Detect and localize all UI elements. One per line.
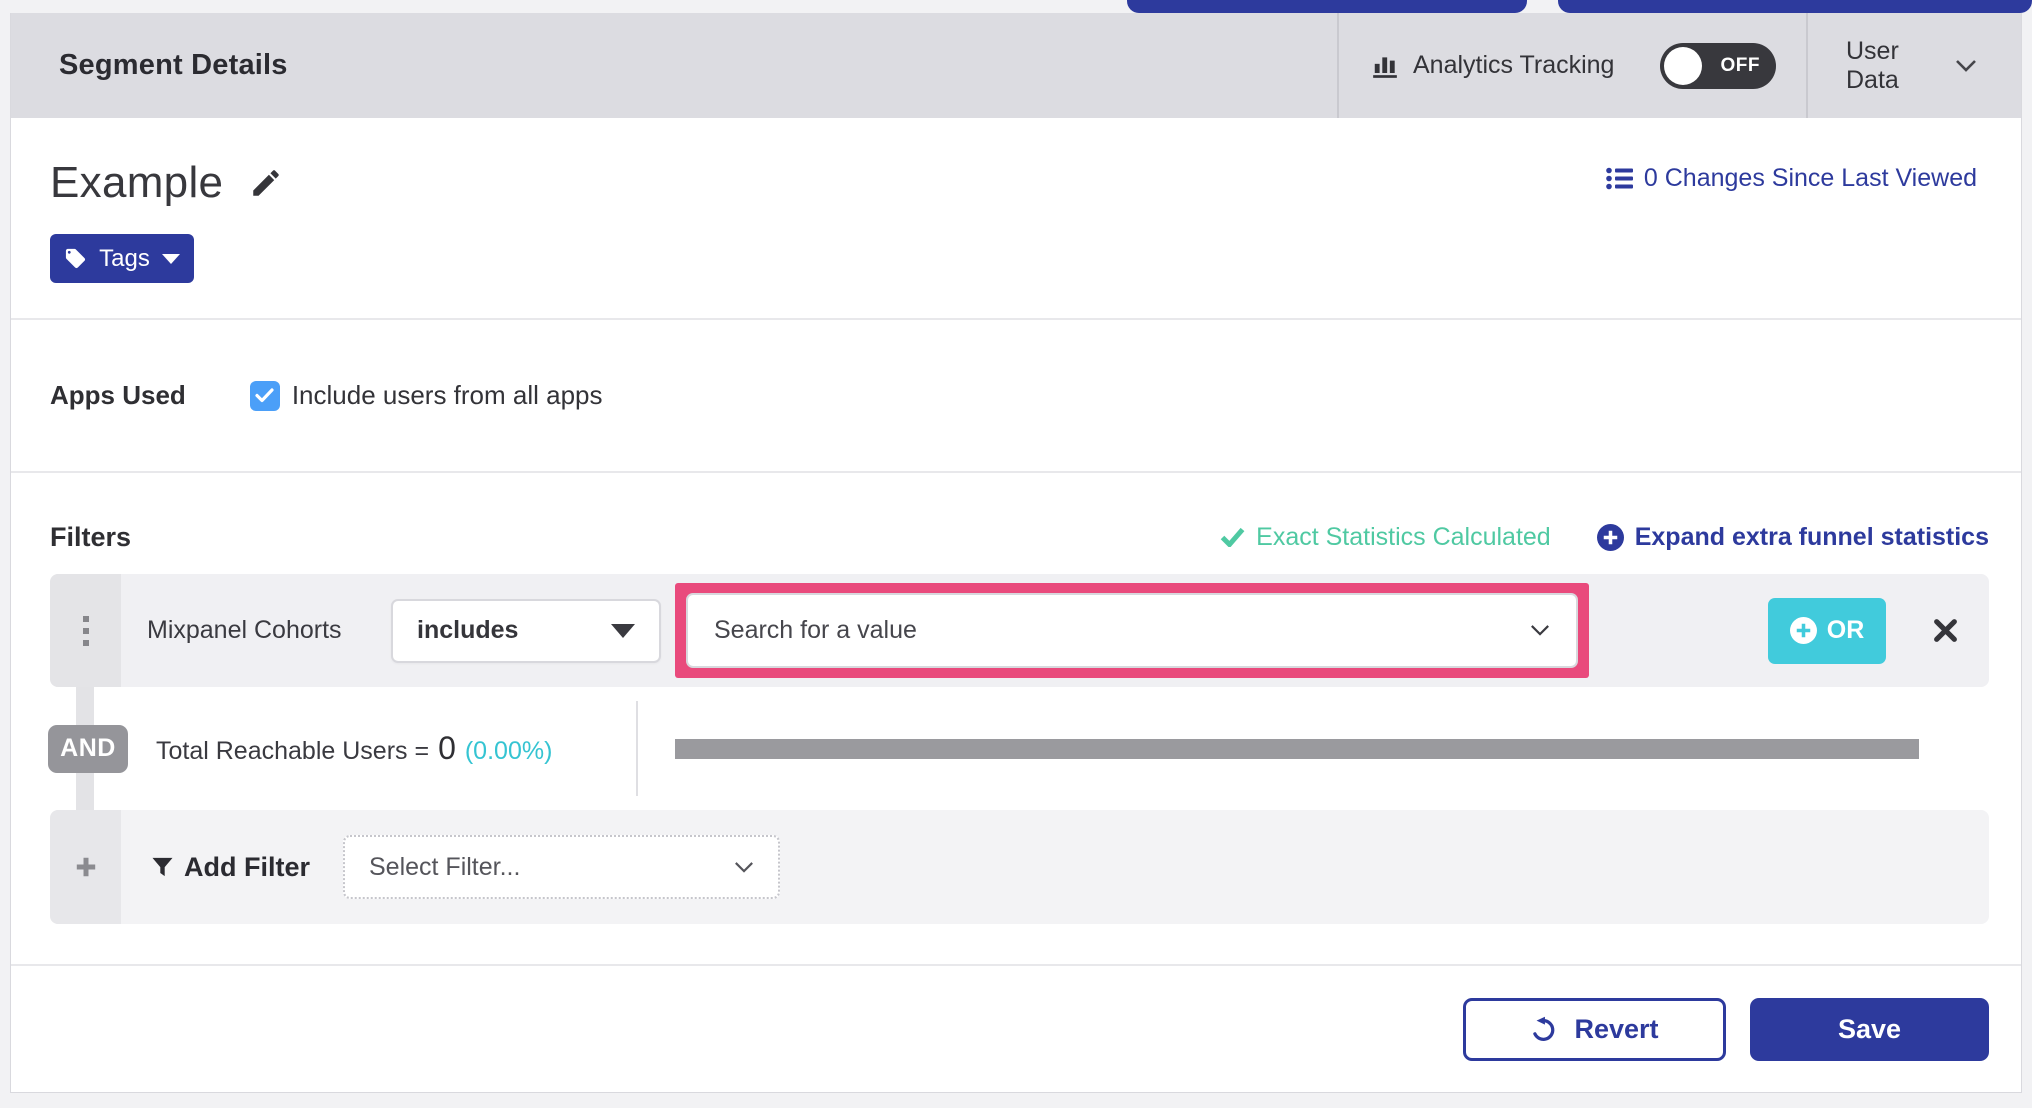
select-filter-placeholder: Select Filter... — [369, 852, 521, 881]
tag-icon — [64, 247, 87, 270]
and-badge: AND — [48, 724, 128, 773]
annotation-highlight: Search for a value — [675, 583, 1589, 678]
expand-funnel-statistics-link[interactable]: Expand extra funnel statistics — [1596, 522, 1989, 552]
funnel-icon — [152, 856, 173, 878]
tags-button[interactable]: Tags — [50, 234, 194, 283]
user-data-label: User Data — [1846, 36, 1899, 94]
top-button-fragment-left[interactable] — [1127, 0, 1527, 13]
add-filter-label: Add Filter — [184, 851, 310, 882]
check-icon — [1220, 527, 1245, 547]
reachable-users-row: AND Total Reachable Users = 0 (0.00%) — [48, 687, 1989, 810]
caret-down-icon — [611, 623, 635, 638]
plus-circle-icon — [1789, 617, 1817, 644]
analytics-tracking-label: Analytics Tracking — [1413, 51, 1615, 79]
select-filter-dropdown[interactable]: Select Filter... — [343, 835, 780, 899]
chevron-down-icon — [734, 861, 754, 874]
value-search-placeholder: Search for a value — [714, 616, 917, 644]
title-section: Example 0 Changes Since Last Viewed Tags — [11, 118, 2021, 320]
drag-dots-icon — [82, 615, 89, 646]
plus-circle-icon — [1596, 523, 1624, 551]
add-filter-rail — [50, 810, 121, 924]
drag-handle[interactable] — [50, 574, 121, 687]
analytics-tracking-group: Analytics Tracking OFF — [1337, 13, 1806, 118]
checkmark-icon — [255, 388, 274, 403]
segment-details-card: Segment Details Analytics Tracking OFF U… — [10, 13, 2022, 1093]
revert-button[interactable]: Revert — [1463, 998, 1726, 1061]
exact-statistics-label: Exact Statistics Calculated — [1256, 522, 1551, 551]
plus-icon — [76, 857, 95, 877]
apps-used-label: Apps Used — [50, 380, 186, 410]
include-all-apps-label: Include users from all apps — [291, 380, 603, 410]
filters-heading: Filters — [50, 521, 132, 552]
segment-name: Example — [50, 158, 224, 207]
caret-down-icon — [161, 253, 180, 264]
top-button-fragment-right[interactable] — [1558, 0, 2032, 13]
footer-actions: Revert Save — [11, 966, 2021, 1093]
analytics-tracking-toggle[interactable]: OFF — [1660, 42, 1776, 89]
page-title: Segment Details — [59, 49, 288, 81]
expand-funnel-statistics-label: Expand extra funnel statistics — [1634, 522, 1989, 551]
revert-button-label: Revert — [1574, 1014, 1659, 1044]
apps-used-section: Apps Used Include users from all apps — [11, 320, 2021, 473]
reachable-count: 0 — [438, 730, 456, 766]
filter-row: Mixpanel Cohorts includes Search for a v… — [50, 574, 1989, 687]
reachable-users-progress-bar — [675, 738, 1919, 759]
revert-icon — [1530, 1016, 1558, 1044]
user-data-dropdown[interactable]: User Data — [1806, 13, 2021, 118]
include-all-apps-checkbox[interactable] — [249, 380, 280, 411]
save-button[interactable]: Save — [1750, 998, 1989, 1061]
reachable-label: Total Reachable Users = — [156, 737, 430, 765]
chevron-down-icon — [1955, 59, 1977, 73]
total-reachable-users-text: Total Reachable Users = 0 (0.00%) — [156, 730, 552, 767]
reachable-percent: (0.00%) — [464, 737, 553, 765]
toggle-knob — [1664, 46, 1702, 85]
add-filter-label-group: Add Filter — [152, 852, 310, 883]
operator-value: includes — [417, 616, 519, 644]
segment-details-header: Segment Details Analytics Tracking OFF U… — [11, 13, 2021, 118]
edit-pencil-icon[interactable] — [249, 166, 283, 200]
filter-name: Mixpanel Cohorts — [147, 616, 342, 644]
toggle-state-label: OFF — [1720, 54, 1760, 76]
operator-select[interactable]: includes — [391, 598, 661, 663]
add-or-condition-button[interactable]: OR — [1768, 597, 1886, 664]
add-filter-row: Add Filter Select Filter... — [50, 810, 1989, 924]
changes-link-label: 0 Changes Since Last Viewed — [1643, 164, 1977, 192]
tags-button-label: Tags — [99, 244, 150, 272]
changes-since-last-viewed-link[interactable]: 0 Changes Since Last Viewed — [1606, 164, 1977, 193]
exact-statistics-status: Exact Statistics Calculated — [1220, 523, 1551, 552]
bar-chart-icon — [1371, 52, 1399, 80]
vertical-divider — [636, 701, 638, 796]
filters-section: Filters Exact Statistics Calculated Expa… — [11, 473, 2021, 966]
close-x-icon — [1934, 619, 1957, 642]
value-search-select[interactable]: Search for a value — [686, 593, 1578, 668]
chevron-down-icon — [1530, 624, 1550, 637]
or-button-label: OR — [1826, 616, 1865, 644]
save-button-label: Save — [1837, 1014, 1902, 1044]
remove-filter-button[interactable] — [1932, 617, 1959, 644]
change-list-icon — [1606, 167, 1633, 190]
